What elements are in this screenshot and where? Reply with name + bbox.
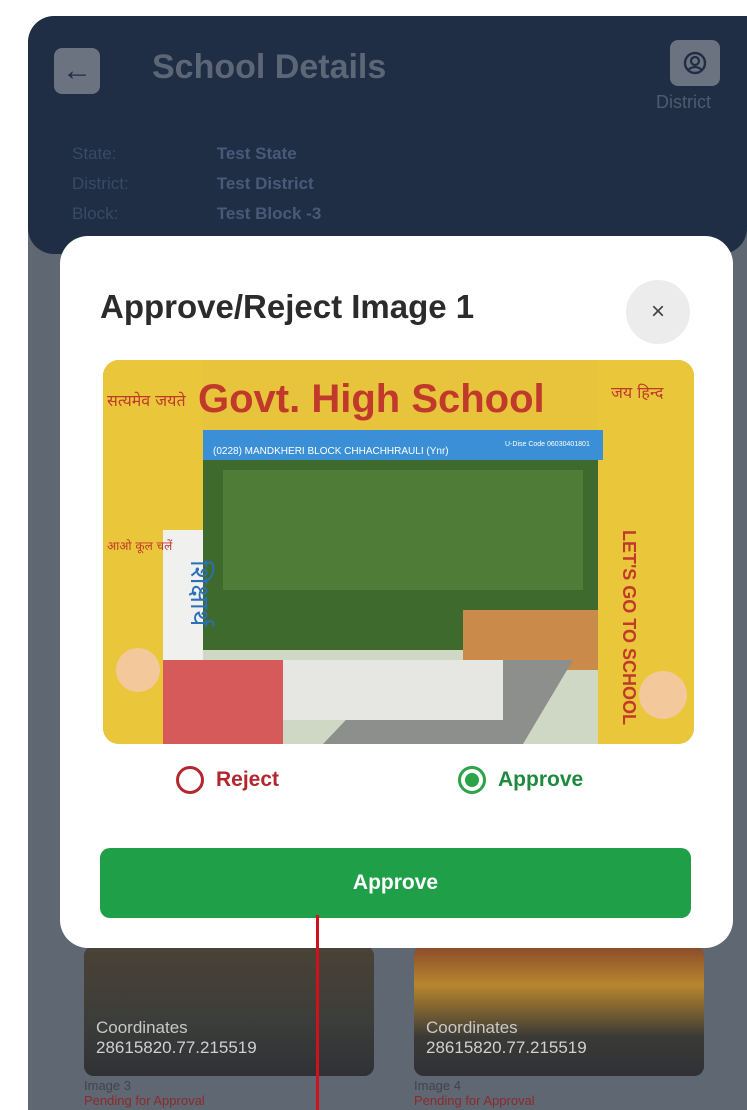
coordinates-label: Coordinates [426,1018,518,1037]
coordinates-value: 28615820.77.215519 [96,1038,257,1057]
district-button-label: District [656,92,711,112]
coordinates-label: Coordinates [96,1018,188,1037]
left-pillar-small: आओ कूल चलें [107,539,173,554]
approve-radio[interactable] [458,766,486,794]
page-title: School Details [152,48,387,86]
status-text: Pending for Approval [414,1093,535,1108]
district-row: District: Test District [72,174,314,194]
school-gate-image: Govt. High School (0228) MANDKHERI BLOCK… [103,360,694,744]
image-label: Image 3 [84,1078,131,1093]
approve-button[interactable]: Approve [100,848,691,918]
reject-label: Reject [216,768,280,791]
state-value: Test State [216,144,297,163]
image-card-3[interactable]: Coordinates 28615820.77.215519 [84,946,374,1076]
school-details-header: ← School Details District State: Test St… [28,16,747,254]
reject-option[interactable]: Reject [176,766,279,794]
close-icon: × [650,298,665,325]
close-button[interactable]: × [626,280,690,344]
user-circle-icon [683,51,707,75]
sign-title: Govt. High School [198,377,545,421]
right-pillar-text: LET'S GO TO SCHOOL [619,530,639,725]
coordinates-value: 28615820.77.215519 [426,1038,587,1057]
state-label: State: [72,144,117,163]
dialog-title: Approve/Reject Image 1 [100,288,475,325]
block-label: Block: [72,204,119,223]
state-row: State: Test State [72,144,297,164]
block-row: Block: Test Block -3 [72,204,321,224]
image-card-3-meta: Image 3 Pending for Approval [84,1078,205,1108]
school-photo: Govt. High School (0228) MANDKHERI BLOCK… [103,360,694,744]
approve-reject-dialog: Approve/Reject Image 1 × Govt. High Scho… [60,236,733,948]
status-text: Pending for Approval [84,1093,205,1108]
district-button[interactable] [670,40,720,86]
back-arrow-icon: ← [62,54,92,87]
approve-option-label: Approve [498,768,584,791]
back-button[interactable]: ← [54,48,100,94]
district-label: District: [72,174,129,193]
annotation-line [316,915,319,1110]
reject-radio[interactable] [176,766,204,794]
district-value: Test District [216,174,314,193]
left-motto: सत्यमेव जयते [107,391,186,410]
right-motto: जय हिन्द [611,383,664,402]
image-card-4-meta: Image 4 Pending for Approval [414,1078,535,1108]
sign-subtitle: (0228) MANDKHERI BLOCK CHHACHHRAULI (Ynr… [213,446,449,457]
block-value: Test Block -3 [216,204,322,223]
sign-code: U-Dise Code 06030401801 [505,441,590,448]
approve-option[interactable]: Approve [458,766,583,794]
image-card-4[interactable]: Coordinates 28615820.77.215519 [414,946,704,1076]
image-label: Image 4 [414,1078,461,1093]
radio-selected-dot [465,773,479,787]
left-pillar-big: शिक्षार्थ [184,560,215,627]
